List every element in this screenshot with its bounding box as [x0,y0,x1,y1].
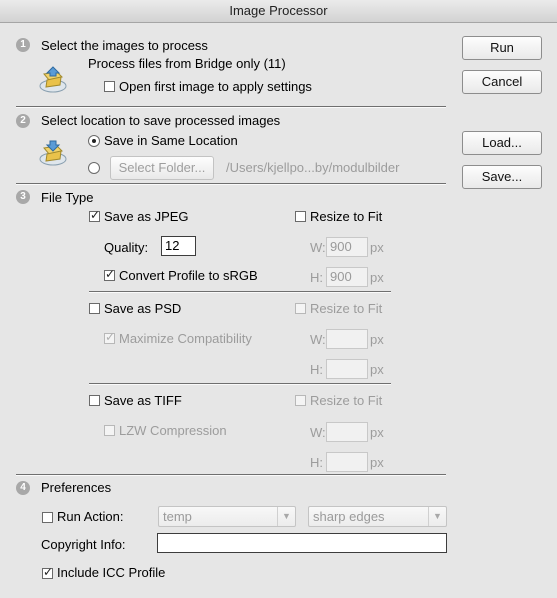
psd-width-label: W: [310,332,326,347]
tiff-width-label: W: [310,425,326,440]
action-set-select[interactable]: temp ▼ [158,506,296,527]
step-number-2: 2 [16,114,30,128]
save-as-tiff-checkbox[interactable] [89,395,100,406]
load-button[interactable]: Load... [462,131,542,155]
cancel-button[interactable]: Cancel [462,70,542,94]
tiff-width-unit: px [370,425,384,440]
select-folder-radio[interactable] [88,162,100,174]
lzw-compression-checkbox[interactable] [104,425,115,436]
jpeg-height-unit: px [370,270,384,285]
tiff-height-unit: px [370,455,384,470]
step-number-3: 3 [16,190,30,204]
copyright-label: Copyright Info: [41,537,126,552]
image-processor-dialog: Image Processor 1 Select the images to p… [0,0,557,598]
step-number-4: 4 [16,481,30,495]
maximize-compatibility-checkbox[interactable]: ✓ [104,330,116,344]
bridge-folder-icon [39,66,67,93]
save-button[interactable]: Save... [462,165,542,189]
chevron-down-icon: ▼ [428,507,446,526]
save-as-psd-checkbox[interactable] [89,303,100,314]
save-as-tiff-label: Save as TIFF [104,393,182,408]
step2-title: Select location to save processed images [41,113,281,128]
save-as-jpeg-checkbox[interactable]: ✓ [89,208,101,222]
run-button[interactable]: Run [462,36,542,60]
step4-title: Preferences [41,480,112,495]
action-set-value: temp [163,509,192,524]
divider [16,474,446,476]
save-same-location-radio[interactable] [88,135,100,147]
folder-arrow-icon [39,140,67,166]
window-title: Image Processor [0,0,557,23]
jpeg-height-input[interactable]: 900 [326,267,368,287]
psd-width-unit: px [370,332,384,347]
select-folder-button[interactable]: Select Folder... [110,156,214,180]
checkmark-icon: ✓ [43,565,54,579]
psd-resize-checkbox[interactable] [295,303,306,314]
psd-resize-label: Resize to Fit [310,301,383,316]
source-description: Process files from Bridge only (11) [88,56,286,71]
quality-input[interactable]: 12 [161,236,196,256]
open-first-image-checkbox[interactable] [104,81,115,92]
tiff-resize-label: Resize to Fit [310,393,383,408]
divider [16,106,446,108]
jpeg-resize-checkbox[interactable] [295,211,306,222]
checkmark-icon: ✓ [90,208,101,222]
step-number-1: 1 [16,38,30,52]
maximize-compatibility-label: Maximize Compatibility [119,331,252,346]
jpeg-height-label: H: [310,270,323,285]
step1-title: Select the images to process [41,38,208,53]
convert-srgb-checkbox[interactable]: ✓ [104,267,116,281]
run-action-checkbox[interactable] [42,512,53,523]
run-action-label: Run Action: [57,509,124,524]
divider [89,383,391,385]
tiff-resize-checkbox[interactable] [295,395,306,406]
divider [89,291,391,293]
open-first-image-label: Open first image to apply settings [119,79,312,94]
checkmark-icon: ✓ [105,267,116,281]
jpeg-resize-label: Resize to Fit [310,209,383,224]
action-value: sharp edges [313,509,385,524]
chevron-down-icon: ▼ [277,507,295,526]
psd-width-input[interactable] [326,329,368,349]
folder-path: /Users/kjellpo...by/modulbilder [226,160,400,175]
lzw-compression-label: LZW Compression [119,423,227,438]
step3-title: File Type [41,190,94,205]
psd-height-input[interactable] [326,359,368,379]
include-icc-label: Include ICC Profile [57,565,166,580]
tiff-height-input[interactable] [326,452,368,472]
copyright-input[interactable] [157,533,447,553]
psd-height-unit: px [370,362,384,377]
jpeg-width-label: W: [310,240,326,255]
psd-height-label: H: [310,362,323,377]
jpeg-width-input[interactable]: 900 [326,237,368,257]
tiff-height-label: H: [310,455,323,470]
save-as-jpeg-label: Save as JPEG [104,209,189,224]
checkmark-icon: ✓ [105,330,116,344]
convert-srgb-label: Convert Profile to sRGB [119,268,258,283]
divider [16,183,446,185]
include-icc-checkbox[interactable]: ✓ [42,565,54,579]
quality-label: Quality: [104,240,149,255]
save-as-psd-label: Save as PSD [104,301,182,316]
save-same-location-label: Save in Same Location [104,133,238,148]
tiff-width-input[interactable] [326,422,368,442]
jpeg-width-unit: px [370,240,384,255]
action-select[interactable]: sharp edges ▼ [308,506,447,527]
